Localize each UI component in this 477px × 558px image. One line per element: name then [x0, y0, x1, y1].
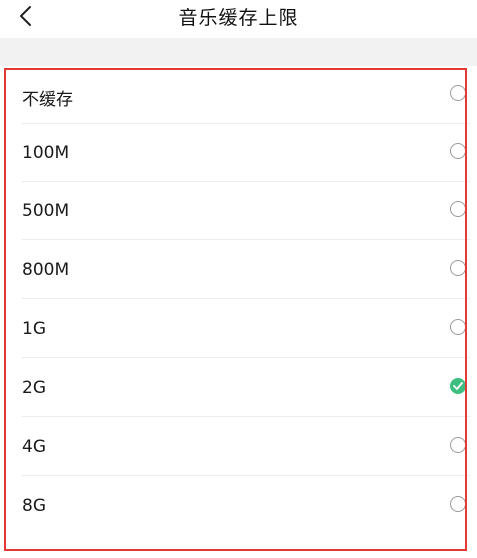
option-8g[interactable]: 8G [0, 477, 470, 535]
option-1g[interactable]: 1G [0, 300, 470, 358]
option-500m[interactable]: 500M [0, 182, 470, 240]
option-label: 2G [22, 378, 46, 398]
option-label: 100M [22, 143, 70, 163]
radio-empty-icon[interactable] [450, 437, 466, 453]
divider [22, 239, 470, 240]
option-label: 不缓存 [22, 90, 73, 110]
radio-empty-icon[interactable] [450, 496, 466, 512]
option-label: 4G [22, 437, 46, 457]
radio-empty-icon[interactable] [450, 201, 466, 217]
nav-header: 音乐缓存上限 [0, 0, 477, 38]
option-label: 800M [22, 260, 70, 280]
cache-option-list: 不缓存 100M 500M 800M 1G 2G 4G 8G [0, 66, 477, 558]
option-800m[interactable]: 800M [0, 241, 470, 299]
check-circle-icon[interactable] [450, 378, 466, 394]
option-label: 500M [22, 201, 70, 221]
option-no-cache[interactable]: 不缓存 [0, 66, 470, 124]
radio-empty-icon[interactable] [450, 319, 466, 335]
divider [22, 416, 470, 417]
radio-empty-icon[interactable] [450, 85, 466, 101]
divider [22, 357, 470, 358]
option-2g[interactable]: 2G [0, 359, 470, 417]
divider [22, 298, 470, 299]
checkmark-icon [453, 382, 463, 390]
option-label: 1G [22, 319, 46, 339]
cache-limit-page: 音乐缓存上限 不缓存 100M 500M 800M 1G 2G 4G 8G [0, 0, 477, 558]
option-4g[interactable]: 4G [0, 418, 470, 476]
option-100m[interactable]: 100M [0, 124, 470, 182]
divider [22, 475, 470, 476]
radio-empty-icon[interactable] [450, 260, 466, 276]
radio-empty-icon[interactable] [450, 143, 466, 159]
header-gap [0, 38, 477, 68]
page-title: 音乐缓存上限 [178, 7, 299, 29]
option-label: 8G [22, 496, 46, 516]
